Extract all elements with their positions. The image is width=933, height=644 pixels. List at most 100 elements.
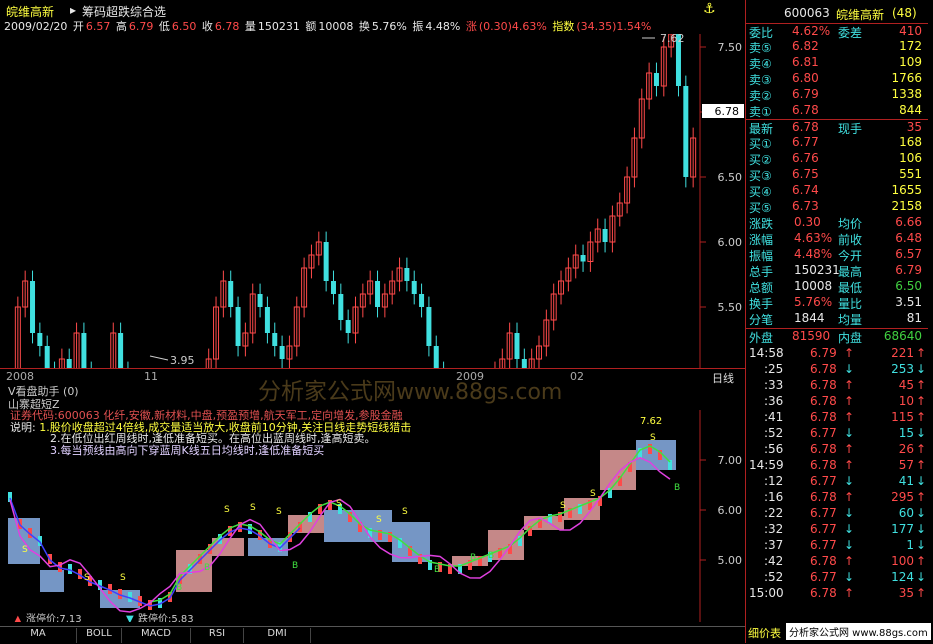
ask-price: 6.81 xyxy=(792,55,819,69)
bid-price: 6.77 xyxy=(792,135,819,149)
ask-price: 6.78 xyxy=(792,103,819,117)
bid-label: 买③ xyxy=(749,169,772,183)
candle-body xyxy=(257,294,263,307)
ask-volume: 844 xyxy=(899,103,922,117)
zone-boxes xyxy=(8,440,676,608)
panel-row: 振幅 4.48% 今开 6.57 xyxy=(746,247,928,263)
tick-volume: 26 xyxy=(898,442,914,456)
stat-label: 分笔 xyxy=(749,313,774,327)
quote-line: 2009/02/20 开 6.57 高 6.79 低 6.50 收 6.78 量 1502… xyxy=(4,18,744,34)
arrow-down-icon: ↓ xyxy=(844,426,855,440)
candles-group xyxy=(14,34,697,369)
arrow-down-icon: ↓ xyxy=(915,522,926,536)
anchor-icon[interactable]: ⚓ xyxy=(703,1,716,17)
tick-volume: 57 xyxy=(898,458,914,472)
signal-marker: B xyxy=(434,565,440,575)
watermark-cn: 分析家公式网 xyxy=(258,379,396,405)
stat-value: 6.50 xyxy=(895,279,922,293)
panel-row: 15:00 6.78 ↑ 35 ↑ xyxy=(746,586,928,602)
bid-label: 买⑤ xyxy=(749,201,772,215)
sub-tick-label: 7.00 xyxy=(718,454,743,467)
signal-marker: S xyxy=(84,573,90,583)
signal-marker: S xyxy=(560,501,566,511)
ask-volume: 109 xyxy=(899,55,922,69)
high-value: 6.79 xyxy=(128,20,154,33)
tick-price: 6.79 xyxy=(810,346,837,360)
indicator-arrow-icon[interactable]: ▸ xyxy=(70,3,76,17)
panel-row: 买① 6.77 168 xyxy=(746,135,928,151)
outer-inner-row: 外盘 81590 内盘 68640 xyxy=(746,328,928,345)
open-value: 6.57 xyxy=(85,20,111,33)
stat-label: 振幅 xyxy=(749,249,774,263)
tick-price: 6.77 xyxy=(810,506,837,520)
signal-marker: B xyxy=(674,483,680,493)
low-label: 低 xyxy=(158,20,170,33)
arrow-up-icon: ↑ xyxy=(915,442,926,456)
tick-price: 6.77 xyxy=(810,426,837,440)
tick-volume: 115 xyxy=(891,410,914,424)
panel-row: 买⑤ 6.73 2158 xyxy=(746,199,928,215)
signal-marker: S xyxy=(276,507,282,517)
tab-ma[interactable]: MA xyxy=(0,628,77,643)
change-label: 涨 xyxy=(465,20,477,33)
ask-label: 卖⑤ xyxy=(749,41,772,55)
candle-body xyxy=(345,320,351,333)
arrow-up-icon: ↑ xyxy=(844,346,855,360)
stat-label: 均量 xyxy=(838,313,863,327)
stat-value: 0.30 xyxy=(794,215,821,229)
formula-notes: 证券代码:600063 化纤,安徽,新材料,中盘,预盈预增,航天军工,定向增发,… xyxy=(10,410,411,456)
tick-time: :36 xyxy=(764,394,784,408)
tick-volume: 1 xyxy=(906,538,914,552)
stat-value: 6.79 xyxy=(895,263,922,277)
x-label-2008: 2008 xyxy=(6,370,34,383)
candle-body xyxy=(404,268,410,281)
quote-date: 2009/02/20 xyxy=(4,20,68,33)
tab-rsi[interactable]: RSI xyxy=(191,628,244,643)
arrow-down-icon: ↓ xyxy=(915,570,926,584)
panel-row: :12 6.77 ↓ 41 ↓ xyxy=(746,474,928,490)
panel-row: :41 6.78 ↑ 115 ↑ xyxy=(746,410,928,426)
tick-price: 6.78 xyxy=(810,410,837,424)
low-marker-label: 3.95 xyxy=(170,354,195,367)
bottom-label[interactable]: 细价表 xyxy=(748,625,781,641)
panel-code: 600063 xyxy=(784,6,830,20)
panel-row: :36 6.78 ↑ 10 ↑ xyxy=(746,394,928,410)
indicator-tabs: MA BOLL MACD RSI DMI xyxy=(0,626,745,644)
candle-body xyxy=(411,281,417,294)
arrow-up-icon: ↑ xyxy=(915,458,926,472)
candle-body xyxy=(228,281,234,307)
tick-volume: 41 xyxy=(898,474,914,488)
signal-marker: S xyxy=(224,505,230,515)
arrow-up-icon: ↑ xyxy=(915,586,926,600)
period-label[interactable]: 日线 xyxy=(712,370,734,386)
tick-time: :16 xyxy=(764,490,784,504)
tab-boll[interactable]: BOLL xyxy=(77,628,122,643)
candle-body xyxy=(338,294,344,320)
tick-price: 6.77 xyxy=(810,474,837,488)
candle-body xyxy=(37,333,43,346)
bid-volume: 551 xyxy=(899,167,922,181)
tick-volume: 100 xyxy=(891,554,914,568)
ratio-value: 4.62% xyxy=(792,24,831,38)
arrow-up-icon: ↑ xyxy=(844,554,855,568)
outer-value: 81590 xyxy=(792,329,831,343)
tick-price: 6.77 xyxy=(810,570,837,584)
stat-value: 4.48% xyxy=(794,247,833,261)
bid-label: 买② xyxy=(749,153,772,167)
stat-label: 换手 xyxy=(749,297,774,311)
candle-body xyxy=(419,294,425,307)
tab-dmi[interactable]: DMI xyxy=(244,628,311,643)
note-2: 2.在低位出红周线时,逢低准备短买。在高位出蓝周线时,逢高短卖。 xyxy=(50,432,376,445)
stat-label: 前收 xyxy=(838,233,863,247)
arrow-up-icon: ↑ xyxy=(915,346,926,360)
arrow-down-icon: ↓ xyxy=(915,426,926,440)
close-label: 收 xyxy=(201,20,213,33)
arrow-down-icon: ↓ xyxy=(844,474,855,488)
latest-row: 最新 6.78 现手 35 xyxy=(746,119,928,136)
signal-marker: B xyxy=(488,551,494,561)
tick-volume: 45 xyxy=(898,378,914,392)
bid-volume: 168 xyxy=(899,135,922,149)
kline-chart[interactable]: 7.507.006.506.005.505.004.504.00 7.62 3.… xyxy=(0,34,745,369)
tab-macd[interactable]: MACD xyxy=(122,628,191,643)
tick-price: 6.78 xyxy=(810,442,837,456)
